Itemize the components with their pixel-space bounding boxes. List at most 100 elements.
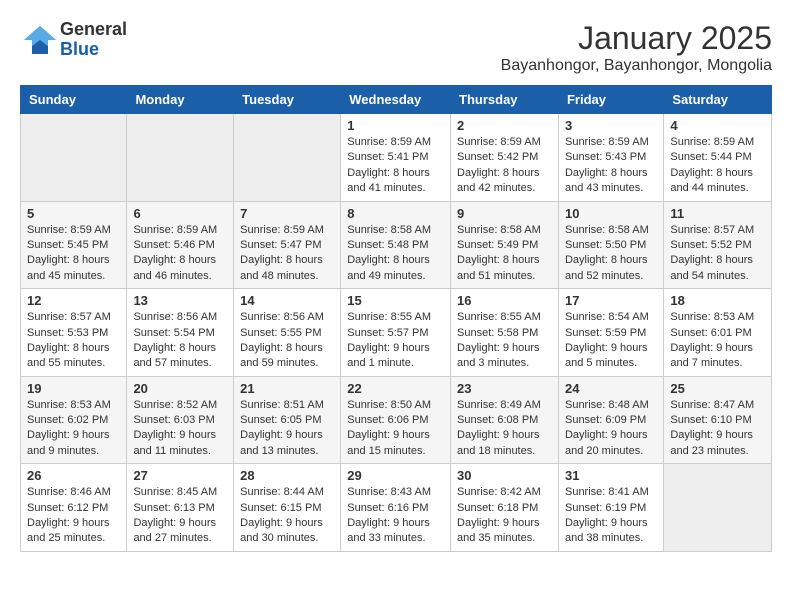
logo: General Blue — [20, 20, 127, 60]
logo-blue: Blue — [60, 40, 127, 60]
day-info: Sunrise: 8:48 AM Sunset: 6:09 PM Dayligh… — [565, 398, 657, 460]
calendar-cell: 29 Sunrise: 8:43 AM Sunset: 6:16 PM Dayli… — [341, 464, 451, 552]
weekday-header-saturday: Saturday — [664, 86, 772, 114]
weekday-header-row: SundayMondayTuesdayWednesdayThursdayFrid… — [21, 86, 772, 114]
logo-text: General Blue — [60, 20, 127, 60]
day-number: 23 — [457, 381, 552, 396]
day-info: Sunrise: 8:42 AM Sunset: 6:18 PM Dayligh… — [457, 485, 552, 547]
calendar-cell: 27 Sunrise: 8:45 AM Sunset: 6:13 PM Dayli… — [127, 464, 234, 552]
calendar-cell: 18 Sunrise: 8:53 AM Sunset: 6:01 PM Dayli… — [664, 289, 772, 377]
day-info: Sunrise: 8:56 AM Sunset: 5:54 PM Dayligh… — [133, 310, 227, 372]
day-info: Sunrise: 8:44 AM Sunset: 6:15 PM Dayligh… — [240, 485, 334, 547]
day-number: 26 — [27, 468, 120, 483]
day-info: Sunrise: 8:54 AM Sunset: 5:59 PM Dayligh… — [565, 310, 657, 372]
day-number: 20 — [133, 381, 227, 396]
calendar-cell: 31 Sunrise: 8:41 AM Sunset: 6:19 PM Dayli… — [558, 464, 663, 552]
day-number: 1 — [347, 118, 444, 133]
day-info: Sunrise: 8:55 AM Sunset: 5:57 PM Dayligh… — [347, 310, 444, 372]
calendar-week-5: 26 Sunrise: 8:46 AM Sunset: 6:12 PM Dayli… — [21, 464, 772, 552]
day-number: 8 — [347, 206, 444, 221]
day-number: 4 — [670, 118, 765, 133]
calendar-cell: 22Sunrise: 8:50 AM Sunset: 6:06 PM Dayli… — [341, 376, 451, 464]
day-info: Sunrise: 8:57 AM Sunset: 5:52 PM Dayligh… — [670, 223, 765, 285]
weekday-header-tuesday: Tuesday — [234, 86, 341, 114]
calendar-cell: 24 Sunrise: 8:48 AM Sunset: 6:09 PM Dayli… — [558, 376, 663, 464]
calendar-cell: 9Sunrise: 8:58 AM Sunset: 5:49 PM Daylig… — [451, 201, 559, 289]
calendar-cell: 7 Sunrise: 8:59 AM Sunset: 5:47 PM Daylig… — [234, 201, 341, 289]
calendar-cell: 28Sunrise: 8:44 AM Sunset: 6:15 PM Dayli… — [234, 464, 341, 552]
day-number: 31 — [565, 468, 657, 483]
day-info: Sunrise: 8:53 AM Sunset: 6:01 PM Dayligh… — [670, 310, 765, 372]
calendar-week-1: 1 Sunrise: 8:59 AM Sunset: 5:41 PM Daylig… — [21, 114, 772, 202]
day-number: 15 — [347, 293, 444, 308]
calendar-cell: 3 Sunrise: 8:59 AM Sunset: 5:43 PM Daylig… — [558, 114, 663, 202]
day-number: 21 — [240, 381, 334, 396]
calendar-cell: 16 Sunrise: 8:55 AM Sunset: 5:58 PM Dayli… — [451, 289, 559, 377]
day-number: 27 — [133, 468, 227, 483]
day-info: Sunrise: 8:59 AM Sunset: 5:42 PM Dayligh… — [457, 135, 552, 197]
weekday-header-sunday: Sunday — [21, 86, 127, 114]
day-number: 24 — [565, 381, 657, 396]
day-info: Sunrise: 8:59 AM Sunset: 5:47 PM Dayligh… — [240, 223, 334, 285]
calendar-cell: 23 Sunrise: 8:49 AM Sunset: 6:08 PM Dayli… — [451, 376, 559, 464]
day-info: Sunrise: 8:45 AM Sunset: 6:13 PM Dayligh… — [133, 485, 227, 547]
calendar-cell: 17 Sunrise: 8:54 AM Sunset: 5:59 PM Dayli… — [558, 289, 663, 377]
day-info: Sunrise: 8:58 AM Sunset: 5:49 PM Dayligh… — [457, 223, 552, 285]
day-number: 29 — [347, 468, 444, 483]
calendar-week-2: 5Sunrise: 8:59 AM Sunset: 5:45 PM Daylig… — [21, 201, 772, 289]
calendar-cell: 20Sunrise: 8:52 AM Sunset: 6:03 PM Dayli… — [127, 376, 234, 464]
calendar-cell: 26 Sunrise: 8:46 AM Sunset: 6:12 PM Dayli… — [21, 464, 127, 552]
day-info: Sunrise: 8:43 AM Sunset: 6:16 PM Dayligh… — [347, 485, 444, 547]
day-info: Sunrise: 8:59 AM Sunset: 5:46 PM Dayligh… — [133, 223, 227, 285]
day-info: Sunrise: 8:58 AM Sunset: 5:48 PM Dayligh… — [347, 223, 444, 285]
calendar-cell: 2 Sunrise: 8:59 AM Sunset: 5:42 PM Daylig… — [451, 114, 559, 202]
day-number: 30 — [457, 468, 552, 483]
weekday-header-friday: Friday — [558, 86, 663, 114]
day-number: 6 — [133, 206, 227, 221]
day-number: 19 — [27, 381, 120, 396]
calendar-cell: 11Sunrise: 8:57 AM Sunset: 5:52 PM Dayli… — [664, 201, 772, 289]
day-number: 25 — [670, 381, 765, 396]
day-number: 18 — [670, 293, 765, 308]
day-info: Sunrise: 8:41 AM Sunset: 6:19 PM Dayligh… — [565, 485, 657, 547]
calendar-cell — [234, 114, 341, 202]
day-number: 10 — [565, 206, 657, 221]
calendar-cell — [664, 464, 772, 552]
day-info: Sunrise: 8:47 AM Sunset: 6:10 PM Dayligh… — [670, 398, 765, 460]
calendar-cell: 10Sunrise: 8:58 AM Sunset: 5:50 PM Dayli… — [558, 201, 663, 289]
calendar-cell: 30 Sunrise: 8:42 AM Sunset: 6:18 PM Dayli… — [451, 464, 559, 552]
calendar-cell: 6 Sunrise: 8:59 AM Sunset: 5:46 PM Daylig… — [127, 201, 234, 289]
day-info: Sunrise: 8:53 AM Sunset: 6:02 PM Dayligh… — [27, 398, 120, 460]
day-number: 7 — [240, 206, 334, 221]
day-number: 3 — [565, 118, 657, 133]
day-number: 12 — [27, 293, 120, 308]
day-info: Sunrise: 8:49 AM Sunset: 6:08 PM Dayligh… — [457, 398, 552, 460]
day-number: 16 — [457, 293, 552, 308]
weekday-header-wednesday: Wednesday — [341, 86, 451, 114]
day-number: 5 — [27, 206, 120, 221]
title-block: January 2025 Bayanhongor, Bayanhongor, M… — [501, 20, 772, 75]
calendar-table: SundayMondayTuesdayWednesdayThursdayFrid… — [20, 85, 772, 552]
day-number: 13 — [133, 293, 227, 308]
logo-general: General — [60, 20, 127, 40]
day-number: 14 — [240, 293, 334, 308]
calendar-cell: 25 Sunrise: 8:47 AM Sunset: 6:10 PM Dayli… — [664, 376, 772, 464]
weekday-header-monday: Monday — [127, 86, 234, 114]
logo-icon — [20, 22, 56, 58]
day-info: Sunrise: 8:59 AM Sunset: 5:43 PM Dayligh… — [565, 135, 657, 197]
day-number: 17 — [565, 293, 657, 308]
calendar-cell: 13 Sunrise: 8:56 AM Sunset: 5:54 PM Dayli… — [127, 289, 234, 377]
day-number: 22 — [347, 381, 444, 396]
month-title: January 2025 — [501, 20, 772, 57]
day-number: 2 — [457, 118, 552, 133]
calendar-cell: 5Sunrise: 8:59 AM Sunset: 5:45 PM Daylig… — [21, 201, 127, 289]
day-info: Sunrise: 8:55 AM Sunset: 5:58 PM Dayligh… — [457, 310, 552, 372]
day-info: Sunrise: 8:46 AM Sunset: 6:12 PM Dayligh… — [27, 485, 120, 547]
calendar-cell: 19 Sunrise: 8:53 AM Sunset: 6:02 PM Dayli… — [21, 376, 127, 464]
day-info: Sunrise: 8:59 AM Sunset: 5:41 PM Dayligh… — [347, 135, 444, 197]
calendar-cell: 4Sunrise: 8:59 AM Sunset: 5:44 PM Daylig… — [664, 114, 772, 202]
calendar-cell: 12 Sunrise: 8:57 AM Sunset: 5:53 PM Dayli… — [21, 289, 127, 377]
calendar-cell: 8 Sunrise: 8:58 AM Sunset: 5:48 PM Daylig… — [341, 201, 451, 289]
day-info: Sunrise: 8:57 AM Sunset: 5:53 PM Dayligh… — [27, 310, 120, 372]
calendar-cell — [127, 114, 234, 202]
